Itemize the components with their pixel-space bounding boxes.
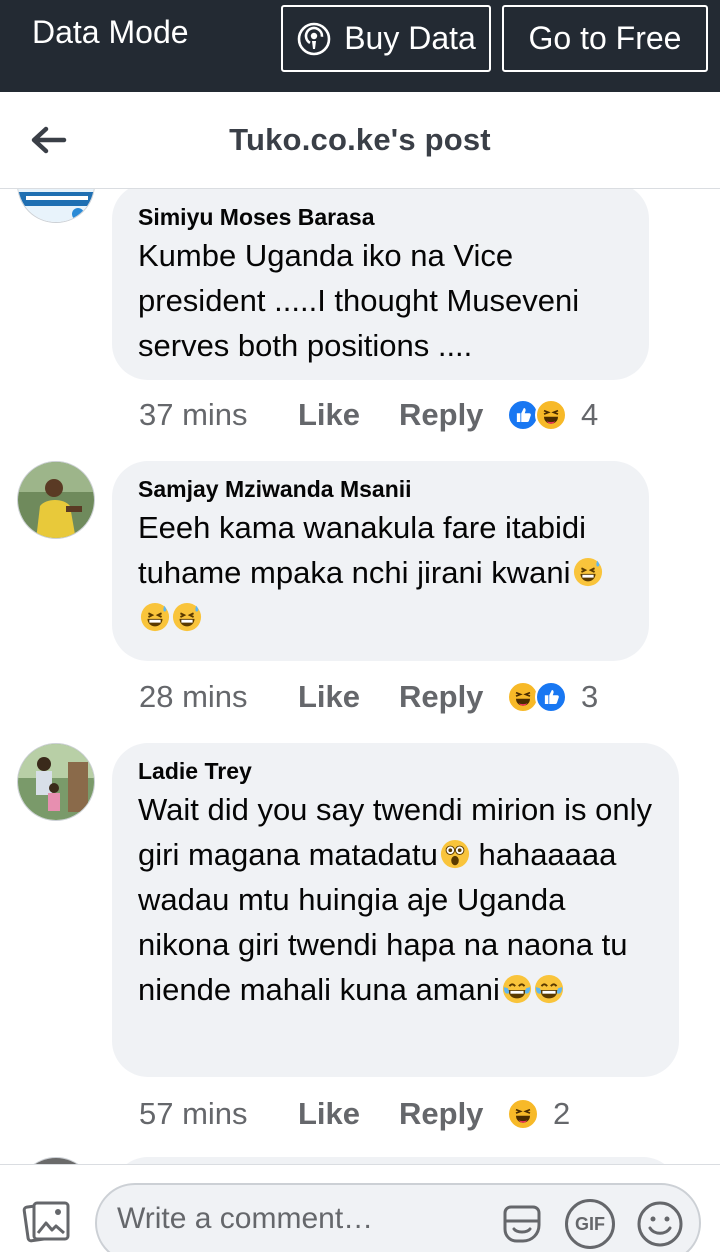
comment-author[interactable]: Simiyu Moses Barasa: [138, 203, 623, 231]
reply-button[interactable]: Reply: [399, 1096, 507, 1132]
comment-composer: GIF: [0, 1164, 720, 1252]
like-button[interactable]: Like: [298, 397, 399, 433]
tears-of-joy-emoji-icon: [534, 974, 563, 1004]
comment-actions: 28 mins Like Reply 3: [139, 677, 598, 717]
buy-data-button[interactable]: Buy Data: [281, 5, 491, 72]
go-to-free-label: Go to Free: [528, 20, 682, 56]
tears-of-joy-emoji-icon: [502, 974, 531, 1004]
sticker-icon[interactable]: [497, 1199, 547, 1249]
comment-author[interactable]: Ladie Trey: [138, 757, 653, 785]
comment-text-body: Eeeh kama wanakula fare itabidi tuhame m…: [138, 510, 587, 590]
broadcast-icon: [297, 22, 331, 55]
like-reaction-icon: [535, 681, 567, 713]
data-mode-label: Data Mode: [32, 14, 189, 50]
haha-reaction-icon: [535, 399, 567, 431]
gif-icon[interactable]: GIF: [565, 1199, 615, 1249]
reaction-count: 2: [553, 1096, 571, 1131]
reactions-summary[interactable]: 2: [507, 1096, 570, 1132]
comment-bubble[interactable]: Samjay Mziwanda Msanii Eeeh kama wanakul…: [112, 461, 649, 661]
comment-text: Wait did you say twendi mirion is only g…: [138, 787, 653, 1012]
avatar[interactable]: [17, 461, 95, 539]
page-title: Tuko.co.ke's post: [229, 122, 491, 157]
avatar-image: [18, 462, 94, 538]
avatar-image: [18, 189, 94, 222]
grinning-sweat-emoji-icon: [140, 602, 170, 632]
astonished-emoji-icon: [440, 839, 469, 869]
comment-text: Eeeh kama wanakula fare itabidi tuhame m…: [138, 505, 623, 640]
data-mode-bar: Data Mode Buy Data Go to Free: [0, 0, 720, 92]
haha-reaction-icon: [507, 1098, 539, 1130]
comment-bubble[interactable]: Ladie Trey Wait did you say twendi mirio…: [112, 743, 679, 1077]
reply-button[interactable]: Reply: [399, 397, 507, 433]
buy-data-label: Buy Data: [344, 20, 476, 56]
photo-icon[interactable]: [22, 1197, 72, 1247]
grinning-sweat-emoji-icon: [573, 557, 602, 587]
emoji-icon[interactable]: [635, 1199, 685, 1249]
reply-button[interactable]: Reply: [399, 679, 507, 715]
comment-actions: 57 mins Like Reply 2: [139, 1094, 570, 1134]
comment-actions: 37 mins Like Reply 4: [139, 395, 598, 435]
like-button[interactable]: Like: [298, 1096, 399, 1132]
avatar[interactable]: [17, 743, 95, 821]
go-to-free-button[interactable]: Go to Free: [502, 5, 708, 72]
comment-bubble[interactable]: [112, 1157, 679, 1164]
reaction-count: 3: [581, 679, 599, 714]
reaction-count: 4: [581, 397, 599, 432]
reactions-summary[interactable]: 3: [507, 679, 598, 715]
comment-time[interactable]: 28 mins: [139, 679, 298, 715]
like-button[interactable]: Like: [298, 679, 399, 715]
avatar[interactable]: [17, 189, 95, 223]
comment-text: Kumbe Uganda iko na Vice president .....…: [138, 238, 580, 363]
comment-input-box[interactable]: GIF: [95, 1183, 701, 1252]
grinning-sweat-emoji-icon: [172, 602, 202, 632]
comment-author[interactable]: Samjay Mziwanda Msanii: [138, 475, 623, 503]
avatar[interactable]: [17, 1157, 95, 1164]
comment-bubble[interactable]: Simiyu Moses Barasa Kumbe Uganda iko na …: [112, 189, 649, 380]
post-header: Tuko.co.ke's post: [0, 92, 720, 189]
comment-time[interactable]: 57 mins: [139, 1096, 298, 1132]
comment-time[interactable]: 37 mins: [139, 397, 298, 433]
comment-input[interactable]: [117, 1197, 487, 1241]
comments-list[interactable]: Simiyu Moses Barasa Kumbe Uganda iko na …: [0, 189, 720, 1164]
reactions-summary[interactable]: 4: [507, 397, 598, 433]
avatar-image: [18, 744, 94, 820]
